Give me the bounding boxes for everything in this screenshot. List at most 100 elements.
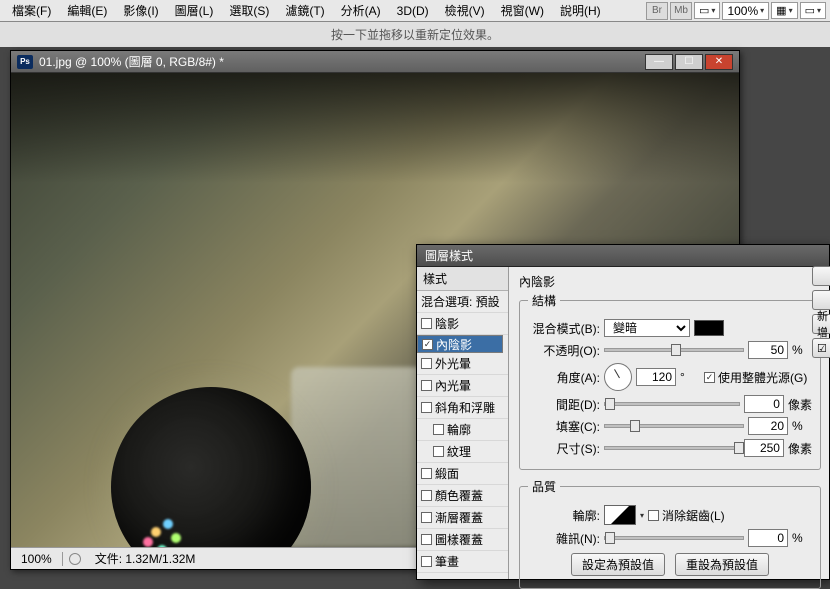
checkbox-icon[interactable] (421, 380, 432, 391)
new-style-button[interactable]: 新增 (812, 314, 830, 334)
menu-image[interactable]: 影像(I) (115, 0, 166, 21)
checkbox-icon (704, 372, 715, 383)
style-row-1[interactable]: 內陰影 (417, 335, 503, 353)
choke-unit: % (792, 419, 812, 433)
workspace-dropdown[interactable]: ▭▾ (800, 2, 826, 19)
style-row-10[interactable]: 圖樣覆蓋 (417, 529, 508, 551)
structure-group: 結構 混合模式(B): 變暗 不透明(O): % 角度(A): ° (519, 292, 821, 470)
style-row-11[interactable]: 筆畫 (417, 551, 508, 573)
size-input[interactable] (744, 439, 784, 457)
contour-picker[interactable] (604, 505, 636, 525)
quality-group: 品質 輪廓: ▾ 消除鋸齒(L) 雜訊(N): % 設定為預設值 重設為預設值 (519, 478, 821, 589)
style-label: 內光暈 (435, 377, 471, 394)
preview-checkbox-partial[interactable]: ☑ (812, 338, 830, 358)
ok-button-partial[interactable] (812, 266, 830, 286)
style-row-8[interactable]: 顏色覆蓋 (417, 485, 508, 507)
zoom-dropdown[interactable]: 100%▾ (722, 2, 769, 20)
make-default-button[interactable]: 設定為預設值 (571, 553, 665, 576)
bridge-icon[interactable]: Br (646, 2, 668, 20)
cancel-button-partial[interactable] (812, 290, 830, 310)
noise-slider[interactable] (604, 536, 744, 540)
checkbox-icon[interactable] (421, 318, 432, 329)
choke-input[interactable] (748, 417, 788, 435)
style-row-6[interactable]: 紋理 (417, 441, 508, 463)
contour-label: 輪廓: (528, 507, 600, 524)
minibridge-icon[interactable]: Mb (670, 2, 692, 20)
angle-unit: ° (680, 370, 700, 384)
menu-analysis[interactable]: 分析(A) (333, 0, 389, 21)
zoom-value: 100% (727, 4, 758, 18)
angle-wheel[interactable] (604, 363, 632, 391)
opacity-slider[interactable] (604, 348, 744, 352)
options-hint: 按一下並拖移以重新定位效果。 (331, 26, 499, 43)
chevron-down-icon[interactable]: ▾ (640, 511, 644, 520)
style-row-7[interactable]: 緞面 (417, 463, 508, 485)
menu-edit[interactable]: 編輯(E) (59, 0, 115, 21)
noise-label: 雜訊(N): (528, 530, 600, 547)
global-light-label: 使用整體光源(G) (718, 369, 807, 386)
style-row-3[interactable]: 內光暈 (417, 375, 508, 397)
quality-legend: 品質 (528, 478, 560, 495)
dialog-titlebar[interactable]: 圖層樣式 (417, 245, 829, 267)
checkbox-icon[interactable] (433, 424, 444, 435)
style-row-5[interactable]: 輪廓 (417, 419, 508, 441)
arrange-dropdown[interactable]: ▦▾ (771, 2, 797, 19)
menu-select[interactable]: 選取(S) (221, 0, 277, 21)
document-title: 01.jpg @ 100% (圖層 0, RGB/8#) * (39, 53, 224, 70)
style-label: 輪廓 (447, 421, 471, 438)
menu-view[interactable]: 檢視(V) (437, 0, 493, 21)
checkbox-icon[interactable] (422, 339, 433, 350)
blend-mode-select[interactable]: 變暗 (604, 319, 690, 337)
menu-help[interactable]: 說明(H) (552, 0, 609, 21)
checkbox-icon[interactable] (421, 512, 432, 523)
style-label: 漸層覆蓋 (435, 509, 483, 526)
window-maximize-button[interactable]: ☐ (675, 54, 703, 70)
styles-header[interactable]: 樣式 (417, 267, 508, 291)
shadow-color-swatch[interactable] (694, 320, 724, 336)
style-row-0[interactable]: 陰影 (417, 313, 508, 335)
menu-file[interactable]: 檔案(F) (4, 0, 59, 21)
size-label: 尺寸(S): (528, 440, 600, 457)
checkbox-icon[interactable] (421, 468, 432, 479)
checkbox-icon[interactable] (421, 490, 432, 501)
style-label: 紋理 (447, 443, 471, 460)
style-row-4[interactable]: 斜角和浮雕 (417, 397, 508, 419)
checkbox-icon[interactable] (421, 358, 432, 369)
global-light-checkbox[interactable]: 使用整體光源(G) (704, 369, 807, 386)
checkbox-icon[interactable] (433, 446, 444, 457)
options-bar: 按一下並拖移以重新定位效果。 (0, 22, 830, 48)
window-minimize-button[interactable]: — (645, 54, 673, 70)
opacity-input[interactable] (748, 341, 788, 359)
size-slider[interactable] (604, 446, 740, 450)
settings-panel: 內陰影 結構 混合模式(B): 變暗 不透明(O): % 角度(A): (509, 267, 829, 579)
distance-label: 間距(D): (528, 396, 600, 413)
document-titlebar[interactable]: Ps 01.jpg @ 100% (圖層 0, RGB/8#) * — ☐ ✕ (11, 51, 739, 73)
screen-mode-dropdown[interactable]: ▭▾ (694, 2, 720, 19)
menu-3d[interactable]: 3D(D) (389, 2, 437, 20)
noise-input[interactable] (748, 529, 788, 547)
menu-layer[interactable]: 圖層(L) (167, 0, 222, 21)
angle-label: 角度(A): (528, 369, 600, 386)
blend-options-row[interactable]: 混合選項: 預設 (417, 291, 508, 313)
style-row-9[interactable]: 漸層覆蓋 (417, 507, 508, 529)
distance-slider[interactable] (604, 402, 740, 406)
distance-input[interactable] (744, 395, 784, 413)
reset-default-button[interactable]: 重設為預設值 (675, 553, 769, 576)
status-zoom[interactable]: 100% (11, 552, 63, 566)
angle-input[interactable] (636, 368, 676, 386)
toolbar-right: Br Mb ▭▾ 100%▾ ▦▾ ▭▾ (646, 2, 826, 20)
checkbox-icon[interactable] (421, 556, 432, 567)
style-label: 外光暈 (435, 355, 471, 372)
checkbox-icon[interactable] (421, 402, 432, 413)
menu-filter[interactable]: 濾鏡(T) (277, 0, 332, 21)
status-doc-icon[interactable] (69, 553, 81, 565)
style-label: 筆畫 (435, 553, 459, 570)
window-close-button[interactable]: ✕ (705, 54, 733, 70)
antialias-checkbox[interactable]: 消除鋸齒(L) (648, 507, 725, 524)
style-label: 斜角和浮雕 (435, 399, 495, 416)
layer-style-dialog: 圖層樣式 樣式 混合選項: 預設 陰影內陰影外光暈內光暈斜角和浮雕輪廓紋理緞面顏… (416, 244, 830, 580)
choke-slider[interactable] (604, 424, 744, 428)
style-row-2[interactable]: 外光暈 (417, 353, 508, 375)
menu-window[interactable]: 視窗(W) (493, 0, 552, 21)
checkbox-icon[interactable] (421, 534, 432, 545)
